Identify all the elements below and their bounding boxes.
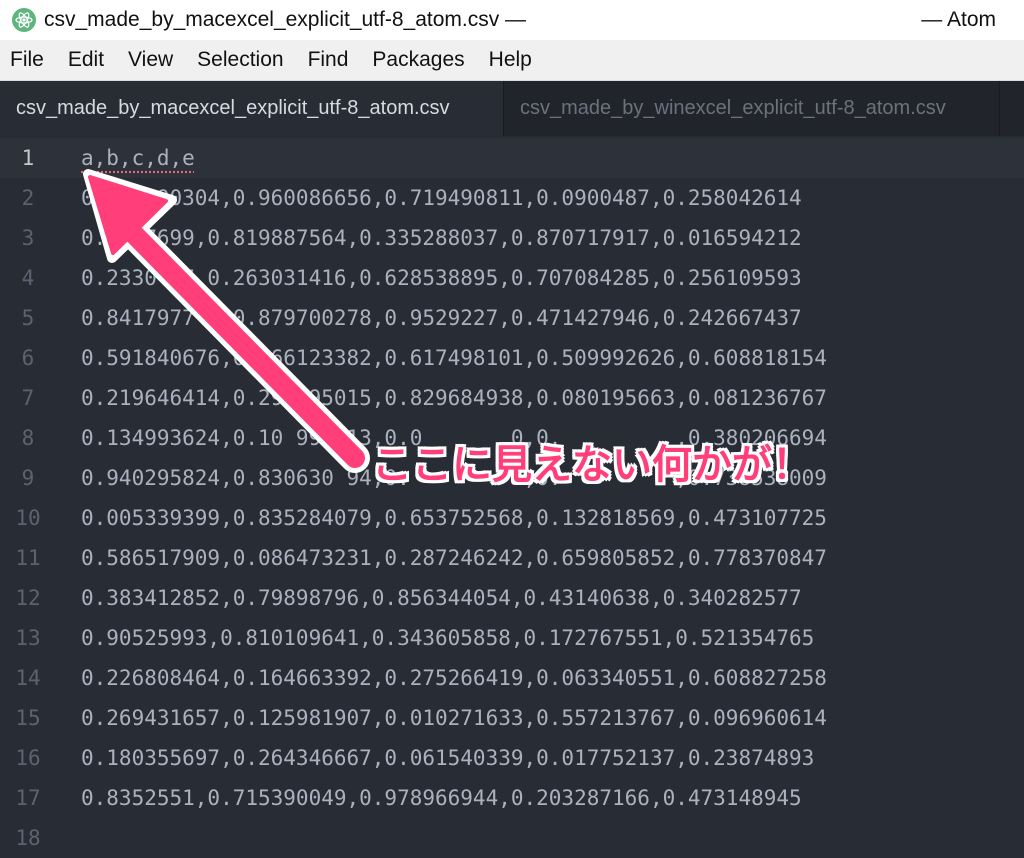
line-number: 8 bbox=[21, 426, 35, 450]
line-number: 18 bbox=[15, 826, 41, 850]
line-number: 1 bbox=[21, 146, 35, 170]
line-number: 7 bbox=[21, 386, 35, 410]
line-number: 6 bbox=[21, 346, 35, 370]
window-title: csv_made_by_macexcel_explicit_utf-8_atom… bbox=[44, 8, 527, 31]
editor-line[interactable]: 16 0.180355697,0.264346667,0.061540339,0… bbox=[0, 738, 1024, 778]
editor-line[interactable]: 17 0.8352551,0.715390049,0.978966944,0.2… bbox=[0, 778, 1024, 818]
line-number: 3 bbox=[21, 226, 35, 250]
editor-line[interactable]: 14 0.226808464,0.164663392,0.275266419,0… bbox=[0, 658, 1024, 698]
editor-line[interactable]: 10 0.005339399,0.835284079,0.653752568,0… bbox=[0, 498, 1024, 538]
line-text: 0.351390304,0.960086656,0.719490811,0.09… bbox=[81, 186, 802, 210]
editor-line[interactable]: 11 0.586517909,0.086473231,0.287246242,0… bbox=[0, 538, 1024, 578]
tab-macexcel-csv[interactable]: csv_made_by_macexcel_explicit_utf-8_atom… bbox=[0, 81, 503, 136]
atom-logo-icon bbox=[12, 8, 36, 32]
line-text: a,b,c,d,e bbox=[81, 146, 195, 170]
line-text: 0.269431657,0.125981907,0.010271633,0.55… bbox=[81, 706, 827, 730]
tab-bar: csv_made_by_macexcel_explicit_utf-8_atom… bbox=[0, 81, 1024, 136]
line-number: 11 bbox=[15, 546, 41, 570]
line-text: 0.8352551,0.715390049,0.978966944,0.2032… bbox=[81, 786, 802, 810]
menu-find[interactable]: Find bbox=[296, 40, 361, 80]
editor-line[interactable]: 13 0.90525993,0.810109641,0.343605858,0.… bbox=[0, 618, 1024, 658]
menu-edit[interactable]: Edit bbox=[56, 40, 116, 80]
line-text: 0.90525993,0.810109641,0.343605858,0.172… bbox=[81, 626, 815, 650]
menu-help[interactable]: Help bbox=[477, 40, 544, 80]
line-text: 0.8417977 1,0.879700278,0.9529227,0.4714… bbox=[81, 306, 802, 330]
line-number: 13 bbox=[15, 626, 41, 650]
line-number: 17 bbox=[15, 786, 41, 810]
title-bar: csv_made_by_macexcel_explicit_utf-8_atom… bbox=[0, 0, 1024, 40]
editor-line[interactable]: 18 bbox=[0, 818, 1024, 858]
line-text: 0.005339399,0.835284079,0.653752568,0.13… bbox=[81, 506, 827, 530]
line-number: 16 bbox=[15, 746, 41, 770]
menu-view[interactable]: View bbox=[116, 40, 185, 80]
line-text: 0.383412852,0.79898796,0.856344054,0.431… bbox=[81, 586, 802, 610]
line-text: 0.8 97699,0.819887564,0.335288037,0.8707… bbox=[81, 226, 802, 250]
editor-line[interactable]: 1 a,b,c,d,e bbox=[0, 138, 1024, 178]
text-editor[interactable]: 1 a,b,c,d,e 2 0.351390304,0.960086656,0.… bbox=[0, 136, 1024, 858]
editor-line[interactable]: 3 0.8 97699,0.819887564,0.335288037,0.87… bbox=[0, 218, 1024, 258]
menu-bar: File Edit View Selection Find Packages H… bbox=[0, 40, 1024, 81]
editor-line[interactable]: 7 0.219646414,0.293095015,0.829684938,0.… bbox=[0, 378, 1024, 418]
line-text: 0.226808464,0.164663392,0.275266419,0.06… bbox=[81, 666, 827, 690]
editor-line[interactable]: 12 0.383412852,0.79898796,0.856344054,0.… bbox=[0, 578, 1024, 618]
line-number: 15 bbox=[15, 706, 41, 730]
annotation-text: ここに見えない何かが！ bbox=[372, 442, 812, 488]
line-text: 0.586517909,0.086473231,0.287246242,0.65… bbox=[81, 546, 827, 570]
line-text: 0.591840676,0.966123382,0.617498101,0.50… bbox=[81, 346, 827, 370]
line-number: 10 bbox=[15, 506, 41, 530]
editor-line[interactable]: 5 0.8417977 1,0.879700278,0.9529227,0.47… bbox=[0, 298, 1024, 338]
line-text: 0.219646414,0.293095015,0.829684938,0.08… bbox=[81, 386, 827, 410]
window-app-name: — Atom bbox=[921, 8, 996, 31]
line-text: 0.180355697,0.264346667,0.061540339,0.01… bbox=[81, 746, 815, 770]
editor-line[interactable]: 6 0.591840676,0.966123382,0.617498101,0.… bbox=[0, 338, 1024, 378]
editor-line[interactable]: 4 0.2330 37,0.263031416,0.628538895,0.70… bbox=[0, 258, 1024, 298]
editor-line[interactable]: 2 0.351390304,0.960086656,0.719490811,0.… bbox=[0, 178, 1024, 218]
menu-packages[interactable]: Packages bbox=[360, 40, 476, 80]
line-number: 4 bbox=[21, 266, 35, 290]
line-number: 5 bbox=[21, 306, 35, 330]
line-number: 9 bbox=[21, 466, 35, 490]
menu-selection[interactable]: Selection bbox=[185, 40, 295, 80]
editor-line[interactable]: 15 0.269431657,0.125981907,0.010271633,0… bbox=[0, 698, 1024, 738]
menu-file[interactable]: File bbox=[0, 40, 56, 80]
line-number: 14 bbox=[15, 666, 41, 690]
line-text: 0.2330 37,0.263031416,0.628538895,0.7070… bbox=[81, 266, 802, 290]
line-number: 12 bbox=[15, 586, 41, 610]
tab-winexcel-csv[interactable]: csv_made_by_winexcel_explicit_utf-8_atom… bbox=[503, 81, 1000, 136]
line-number: 2 bbox=[21, 186, 35, 210]
